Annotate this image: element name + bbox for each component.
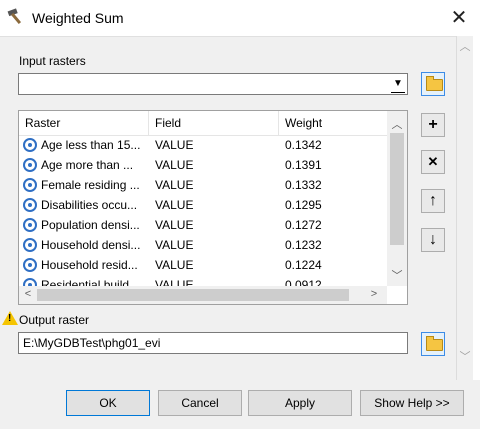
raster-table[interactable]: Raster Field Weight Age less than 15... V… [18,110,408,305]
table-horizontal-scrollbar[interactable]: < > [19,286,387,304]
field-cell: VALUE [155,258,194,272]
field-cell: VALUE [155,238,194,252]
output-raster-label: Output raster [19,313,90,327]
column-header-raster[interactable]: Raster [19,111,149,135]
table-header: Raster Field Weight [19,111,389,136]
raster-name: Age less than 15... [41,138,141,152]
field-cell: VALUE [155,198,194,212]
input-rasters-label: Input rasters [19,54,86,68]
raster-layer-icon [23,218,37,232]
folder-open-icon [426,336,443,351]
weight-cell[interactable]: 0.1332 [285,175,385,195]
window-title: Weighted Sum [32,10,124,26]
raster-name: Household resid... [41,258,138,272]
raster-name: Female residing ... [41,178,140,192]
raster-cell: Age more than ... [19,155,147,175]
field-cell: VALUE [155,218,194,232]
add-row-button[interactable]: + [421,113,445,137]
show-help-button[interactable]: Show Help >> [360,390,464,416]
column-header-field[interactable]: Field [149,111,279,135]
table-hscroll-thumb[interactable] [37,289,349,301]
raster-cell: Population densi... [19,215,147,235]
weight-cell[interactable]: 0.1295 [285,195,385,215]
raster-layer-icon [23,258,37,272]
raster-cell: Disabilities occu... [19,195,147,215]
apply-button[interactable]: Apply [248,390,352,416]
raster-layer-icon [23,238,37,252]
title-bar: Weighted Sum ✕ [0,0,480,36]
browse-output-button[interactable] [421,332,445,356]
button-bar: OK Cancel Apply Show Help >> [0,380,480,429]
chevron-right-icon[interactable]: > [367,288,381,300]
weight-cell[interactable]: 0.1272 [285,215,385,235]
scroll-down-arrow[interactable]: ﹀ [458,350,472,364]
chevron-up-icon[interactable]: ︿ [390,116,404,132]
table-row[interactable]: Household resid... VALUE 0.1224 [19,255,389,275]
output-raster-field[interactable]: E:\MyGDBTest\phg01_evi [18,332,408,354]
table-row[interactable]: Age less than 15... VALUE 0.1342 [19,135,389,155]
raster-name: Population densi... [41,218,140,232]
cancel-button[interactable]: Cancel [158,390,242,416]
table-row[interactable]: Female residing ... VALUE 0.1332 [19,175,389,195]
table-row[interactable]: Household densi... VALUE 0.1232 [19,235,389,255]
raster-cell: Female residing ... [19,175,147,195]
close-button[interactable]: ✕ [444,4,474,32]
field-cell: VALUE [155,138,194,152]
raster-name: Age more than ... [41,158,134,172]
weight-cell[interactable]: 0.1224 [285,255,385,275]
raster-cell: Household resid... [19,255,147,275]
table-vscroll-thumb[interactable] [390,133,404,245]
field-cell: VALUE [155,158,194,172]
raster-layer-icon [23,178,37,192]
raster-cell: Household densi... [19,235,147,255]
weight-cell[interactable]: 0.1232 [285,235,385,255]
folder-open-icon [426,76,443,91]
input-rasters-combo[interactable]: ▼ [18,73,408,95]
chevron-down-icon[interactable]: ▼ [391,76,405,93]
chevron-left-icon[interactable]: < [21,288,35,300]
raster-cell: Age less than 15... [19,135,147,155]
field-cell: VALUE [155,178,194,192]
raster-layer-icon [23,198,37,212]
hammer-icon [6,8,26,26]
weight-cell[interactable]: 0.1391 [285,155,385,175]
warning-mark: ! [8,313,12,324]
table-row[interactable]: Disabilities occu... VALUE 0.1295 [19,195,389,215]
ok-button[interactable]: OK [66,390,150,416]
raster-name: Disabilities occu... [41,198,138,212]
chevron-down-icon[interactable]: ﹀ [390,267,404,283]
scroll-up-arrow[interactable]: ︿ [458,40,472,54]
weight-cell[interactable]: 0.1342 [285,135,385,155]
table-row[interactable]: Age more than ... VALUE 0.1391 [19,155,389,175]
table-vertical-scrollbar[interactable]: ︿ ﹀ [387,111,407,286]
move-down-button[interactable]: ↓ [421,228,445,252]
browse-input-button[interactable] [421,72,445,96]
raster-layer-icon [23,158,37,172]
raster-name: Household densi... [41,238,141,252]
dialog-scrollbar[interactable]: ︿ ﹀ [456,36,473,380]
column-header-weight[interactable]: Weight [279,111,389,135]
move-up-button[interactable]: ↑ [421,189,445,213]
table-row[interactable]: Population densi... VALUE 0.1272 [19,215,389,235]
remove-row-button[interactable]: ✕ [421,150,445,174]
raster-layer-icon [23,138,37,152]
